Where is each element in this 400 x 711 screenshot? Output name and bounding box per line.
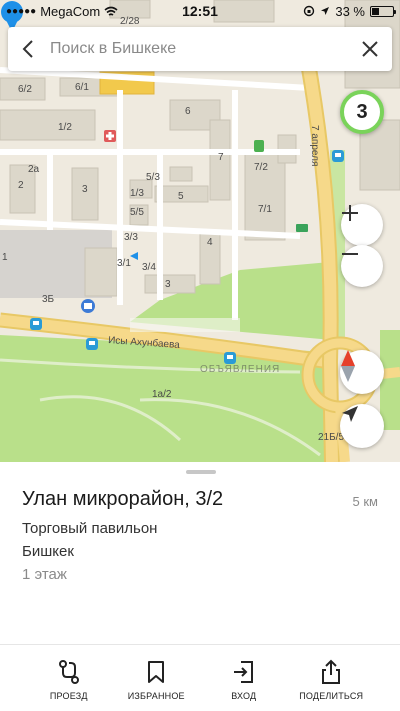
bus-stop-icon[interactable] (86, 338, 98, 350)
bus-stop-icon[interactable] (30, 318, 42, 330)
building-label: 7/2 (254, 162, 268, 173)
sheet-grabber[interactable] (186, 470, 216, 474)
building-label: 4 (207, 237, 213, 248)
building-label: 7/1 (258, 204, 272, 215)
battery-icon (370, 5, 396, 17)
wifi-icon (104, 6, 118, 16)
place-distance: 5 км (352, 494, 378, 509)
compass-button[interactable] (340, 350, 384, 394)
status-time: 12:51 (182, 3, 218, 19)
building-label: 3/1 (117, 258, 131, 269)
entrance-label: ВХОД (231, 691, 257, 701)
plus-icon (342, 205, 358, 221)
location-arrow-icon (342, 406, 358, 422)
bank-icon[interactable] (81, 299, 95, 313)
building-label: 3/4 (142, 262, 156, 273)
place-city: Бишкек (22, 543, 74, 560)
favorite-button[interactable]: ИЗБРАННОЕ (116, 645, 196, 711)
close-button[interactable] (348, 27, 392, 71)
route-icon (58, 660, 79, 684)
orientation-lock-icon (304, 5, 315, 17)
route-button[interactable]: ПРОЕЗД (29, 645, 109, 711)
building-label: 3/3 (124, 232, 138, 243)
building-label: 3 (165, 279, 171, 290)
building-label: 2а (28, 164, 40, 175)
street-label-7apr: 7 апреля (309, 125, 320, 166)
share-icon (322, 659, 341, 684)
bus-stop-icon[interactable] (332, 150, 344, 162)
place-floor: 1 этаж (22, 566, 67, 583)
hospital-icon[interactable] (104, 130, 116, 142)
search-bar[interactable]: Поиск в Бишкеке (8, 27, 392, 71)
building-label: 7 (218, 152, 224, 163)
building-label: 5/3 (146, 172, 160, 183)
route-label: ПРОЕЗД (49, 691, 88, 701)
pharmacy-icon[interactable] (254, 140, 264, 152)
place-title: Улан микрорайон, 3/2 (22, 488, 224, 510)
favorite-label: ИЗБРАННОЕ (127, 691, 185, 701)
zoom-out-button[interactable] (341, 245, 383, 287)
my-location-button[interactable] (340, 404, 384, 448)
place-category: Торговый павильон (22, 520, 158, 537)
search-input[interactable]: Поиск в Бишкеке (48, 40, 348, 58)
app-screen: Исы Ахунбаева 7 апреля ОБЪЯВЛЕНИЯ 6 6/2 … (0, 0, 400, 711)
traffic-button[interactable]: 3 (340, 90, 384, 134)
building-label: 1а/2 (152, 389, 172, 400)
entrance-button[interactable]: ВХОД (204, 645, 284, 711)
building-label: 6 (185, 106, 191, 117)
building-label: 5/5 (130, 207, 144, 218)
building-label: 1/3 (130, 188, 144, 199)
building-label: 1 (2, 252, 8, 263)
building-label: 3Б (42, 294, 55, 305)
signal-icon: ●●●●● (6, 5, 37, 17)
building-label: 6/1 (75, 82, 89, 93)
card-icon[interactable] (296, 224, 308, 232)
traffic-level: 3 (356, 100, 368, 123)
compass-icon (341, 350, 355, 382)
building-label: 6/2 (18, 84, 32, 95)
bookmark-icon (148, 661, 165, 683)
watermark-text: ОБЪЯВЛЕНИЯ (200, 364, 280, 375)
chevron-left-icon (22, 40, 33, 58)
entrance-icon (233, 661, 253, 683)
status-bar: ●●●●● MegaCom 12:51 33 % (0, 0, 400, 22)
bus-stop-icon[interactable] (224, 352, 236, 364)
building-label: 1/2 (58, 122, 72, 133)
carrier-name: MegaCom (40, 3, 101, 19)
building-label: 5 (178, 191, 184, 202)
share-button[interactable]: ПОДЕЛИТЬСЯ (291, 645, 371, 711)
back-button[interactable] (8, 27, 48, 71)
minus-icon (342, 253, 358, 255)
share-label: ПОДЕЛИТЬСЯ (299, 691, 364, 701)
zoom-in-button[interactable] (341, 204, 383, 246)
building-label: 3 (82, 184, 88, 195)
building-label: 2 (18, 180, 24, 191)
action-bar: ПРОЕЗД ИЗБРАННОЕ ВХОД ПОДЕЛИТЬСЯ (0, 644, 400, 711)
close-icon (362, 41, 378, 57)
battery-level (372, 7, 379, 15)
battery-percent: 33 % (335, 3, 365, 19)
location-services-icon (321, 7, 330, 15)
